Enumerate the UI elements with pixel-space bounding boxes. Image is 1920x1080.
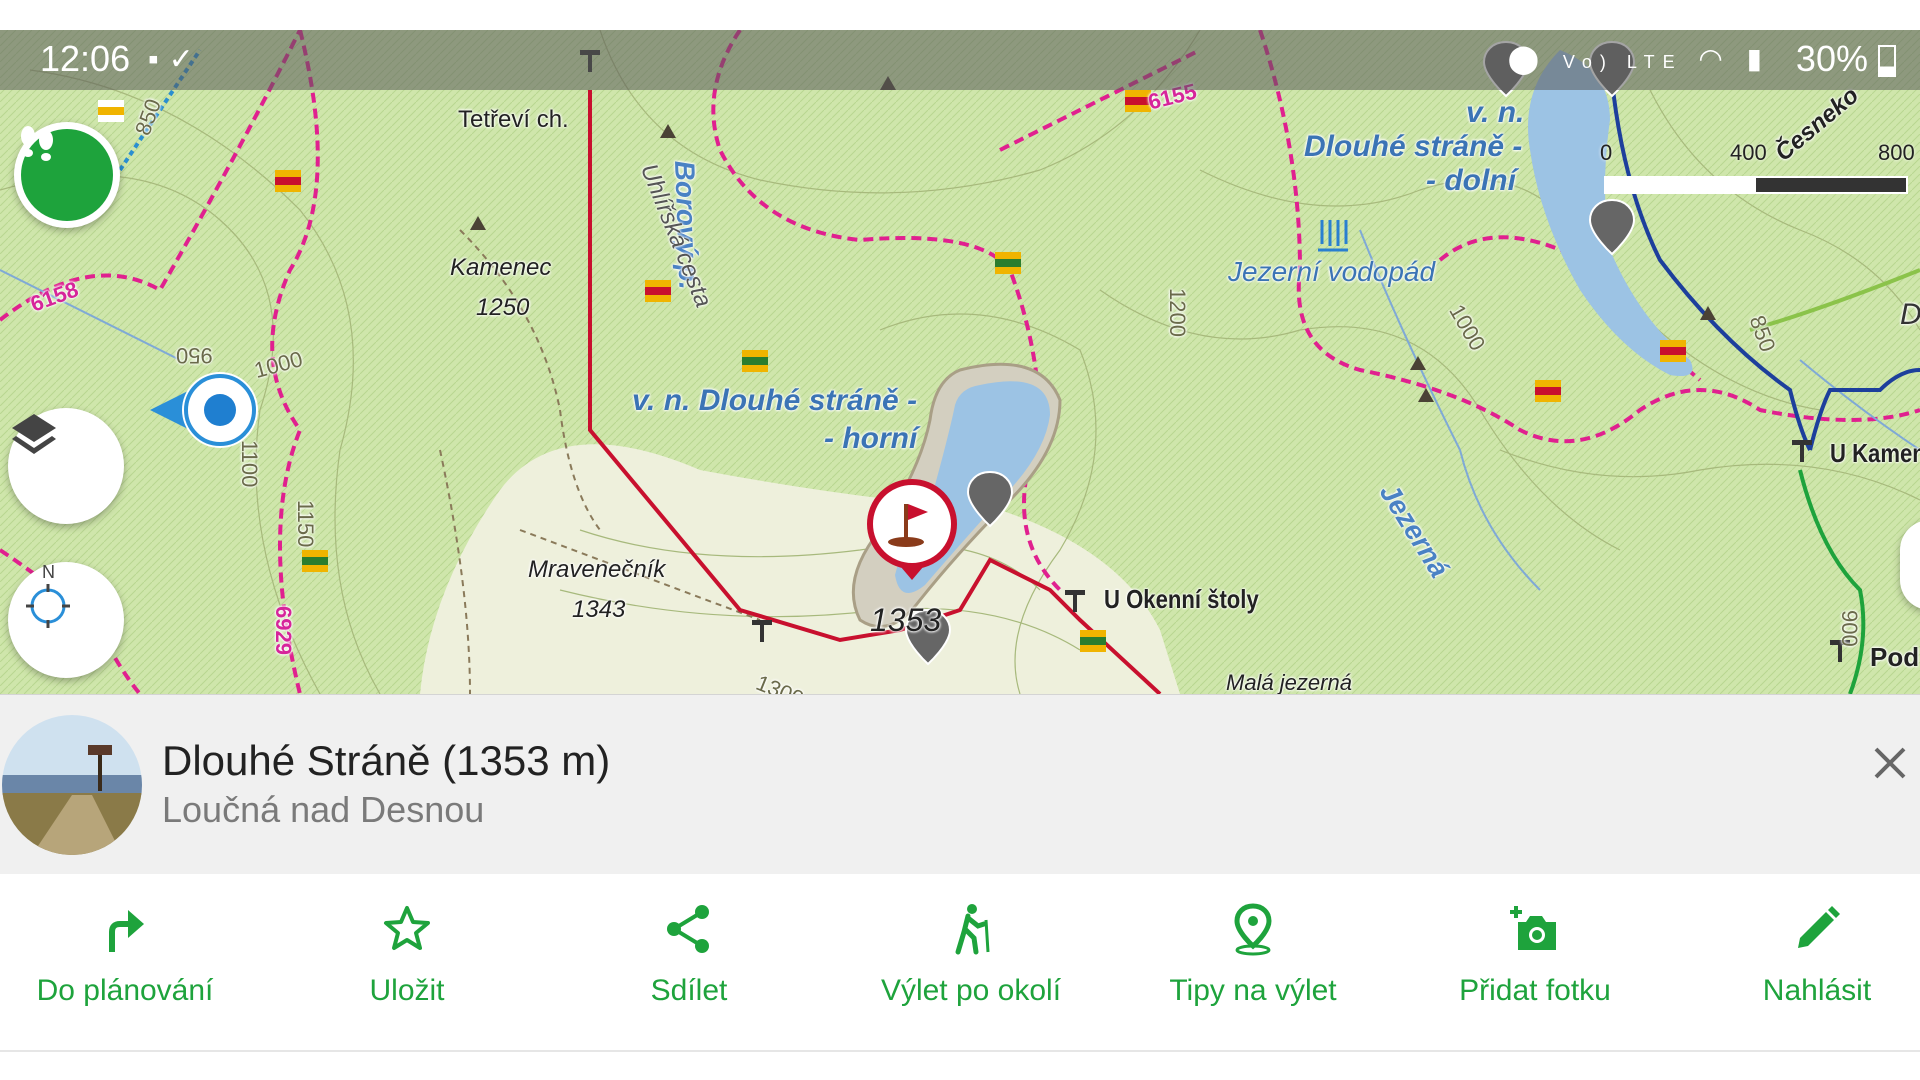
share-label: Sdílet: [650, 974, 728, 1007]
place-detail-sheet[interactable]: Dlouhé Stráně (1353 m) Loučná nad Desnou: [0, 694, 1920, 875]
video-icon: ▪: [148, 43, 169, 76]
save-label: Uložit: [369, 974, 445, 1007]
close-icon: [1874, 747, 1906, 779]
label-mala-jezerna: Malá jezerná: [1226, 670, 1352, 694]
save-button[interactable]: Uložit: [266, 874, 548, 1050]
status-right-icons: ⬤ Vo) LTE ◠ ▮: [1508, 42, 1770, 75]
map-layers-button[interactable]: [8, 408, 124, 524]
signal-icon: ▮: [1746, 43, 1770, 74]
scale-tick-800: 800: [1878, 140, 1915, 165]
nearby-trip-button[interactable]: Výlet po okolí: [830, 874, 1112, 1050]
activity-tracking-button[interactable]: [14, 122, 120, 228]
label-tetrevi: Tetřeví ch.: [458, 106, 569, 133]
contour-label-900: 900: [1837, 610, 1862, 647]
share-button[interactable]: Sdílet: [548, 874, 830, 1050]
place-photo-thumbnail[interactable]: [2, 715, 142, 855]
label-kamenec-elevation: 1250: [476, 294, 530, 321]
scale-bar-graphic: [1604, 176, 1908, 194]
star-icon: [384, 906, 430, 950]
label-upper-reservoir-line2: - horní: [824, 422, 918, 455]
scale-tick-0: 0: [1600, 140, 1613, 165]
plan-route-label: Do plánování: [36, 974, 214, 1007]
footprints-icon: [21, 126, 113, 221]
label-kamenec: Kamenec: [450, 254, 552, 281]
svg-text:N: N: [42, 562, 55, 582]
battery-level: 30%: [1796, 38, 1896, 80]
pencil-icon: [1798, 906, 1840, 948]
label-u-okenni-stoly: U Okenní štoly: [1104, 584, 1259, 614]
label-mravenecnik-elevation: 1343: [572, 596, 626, 623]
wifi-icon: ◠: [1698, 43, 1731, 74]
label-lower-reservoir-line2: Dlouhé stráně -: [1304, 130, 1523, 163]
place-pin-icon: [1234, 903, 1272, 956]
scale-tick-400: 400: [1730, 140, 1767, 165]
location-icon: ⬤: [1507, 43, 1548, 74]
status-left-icons: ▪✓: [148, 42, 204, 77]
place-title: Dlouhé Stráně (1353 m): [162, 737, 611, 784]
contour-label-1200: 1200: [1165, 288, 1190, 337]
label-summit-elevation: 1353: [870, 602, 942, 638]
label-upper-reservoir-line1: v. n. Dlouhé stráně -: [632, 384, 918, 417]
label-pod: Pod: [1870, 642, 1920, 672]
place-subtitle: Loučná nad Desnou: [162, 789, 485, 830]
label-mravenecnik: Mravenečník: [528, 556, 666, 583]
add-photo-label: Přidat fotku: [1459, 974, 1611, 1007]
report-button[interactable]: Nahlásit: [1676, 874, 1920, 1050]
status-time: 12:06: [40, 38, 131, 79]
nearby-trip-label: Výlet po okolí: [880, 974, 1062, 1007]
plan-route-button[interactable]: Do plánování: [0, 874, 266, 1050]
map-view[interactable]: Tetřeví ch. Kamenec 1250 Mravenečník 134…: [0, 30, 1920, 694]
network-type: Vo) LTE: [1562, 52, 1683, 72]
check-download-icon: ✓: [168, 43, 204, 76]
contour-label-950: 950: [176, 343, 213, 368]
battery-icon: [1878, 45, 1896, 78]
contour-label-1100: 1100: [237, 440, 262, 488]
compass-icon: N: [26, 562, 70, 628]
compass-locate-button[interactable]: N: [8, 562, 124, 678]
add-photo-icon: [1510, 906, 1556, 950]
route-turn-icon: [109, 910, 144, 952]
label-lower-reservoir-line3: - dolní: [1426, 164, 1516, 197]
trip-tips-button[interactable]: Tipy na výlet: [1112, 874, 1394, 1050]
contour-label-1150: 1150: [293, 500, 318, 548]
layers-icon: [12, 414, 56, 454]
action-bar: Do plánování Uložit Sdílet Výlet po okol…: [0, 874, 1920, 1052]
add-photo-button[interactable]: Přidat fotku: [1394, 874, 1676, 1050]
label-d: D: [1900, 298, 1920, 331]
close-button[interactable]: [1860, 733, 1920, 793]
label-waterfall: Jezerní vodopád: [1228, 256, 1436, 287]
share-icon: [667, 905, 709, 953]
status-bar: 12:06 ▪✓ ⬤ Vo) LTE ◠ ▮ 30%: [0, 30, 1920, 90]
road-label-6929: 6929: [271, 606, 296, 655]
trip-tips-label: Tipy na výlet: [1169, 974, 1337, 1007]
battery-percent: 30%: [1795, 38, 1868, 79]
hiker-icon: [955, 904, 990, 955]
label-lower-reservoir-line1: v. n.: [1466, 96, 1525, 129]
label-u-kamen: U Kamen: [1830, 438, 1920, 468]
report-label: Nahlásit: [1762, 974, 1872, 1007]
